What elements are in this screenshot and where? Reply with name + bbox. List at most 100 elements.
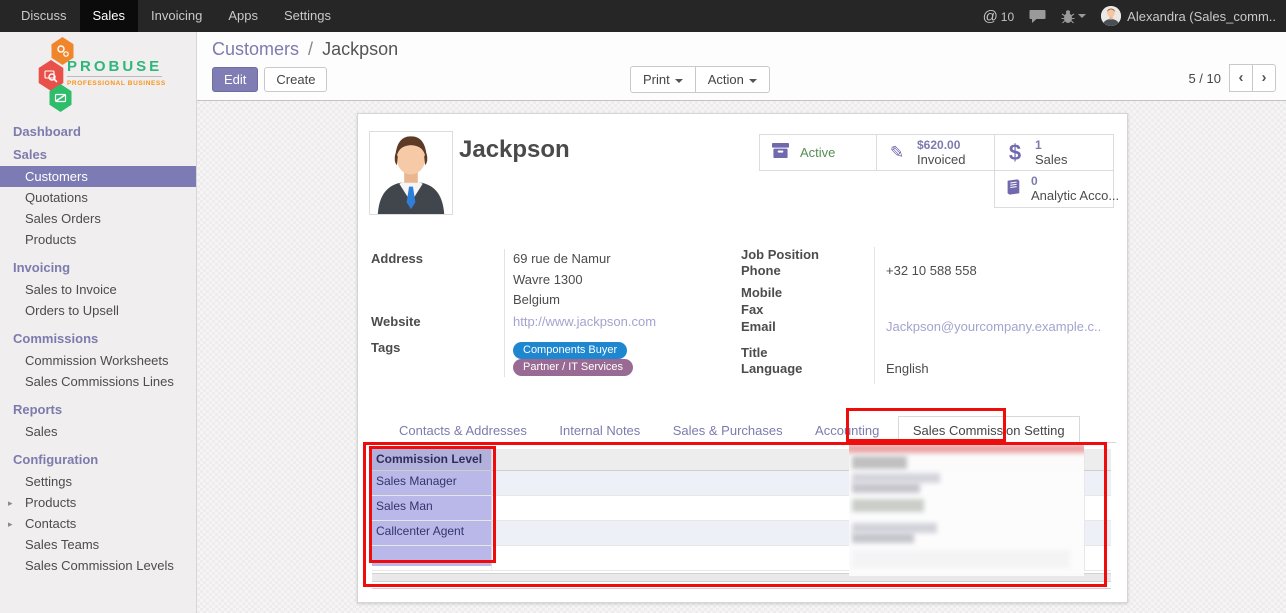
breadcrumb-separator: / bbox=[308, 39, 313, 59]
at-icon: @ bbox=[983, 8, 998, 25]
redaction-blob bbox=[852, 550, 1070, 568]
website-label: Website bbox=[371, 314, 504, 329]
redacted-column-area bbox=[849, 444, 1084, 576]
tags-label: Tags bbox=[371, 340, 504, 359]
redaction-blob bbox=[852, 473, 940, 483]
pager-previous-button[interactable]: ‹ bbox=[1229, 64, 1253, 92]
right-field-group: Job Position Phone +32 10 588 558 Mobile… bbox=[741, 247, 1115, 387]
book-icon bbox=[1004, 178, 1022, 201]
action-button[interactable]: Action bbox=[695, 66, 770, 93]
create-button[interactable]: Create bbox=[264, 67, 327, 92]
menu-apps[interactable]: Apps bbox=[215, 0, 271, 32]
left-field-group: Address 69 rue de Namur Wavre 1300 Belgi… bbox=[371, 249, 716, 379]
stat-button-invoiced[interactable]: ✎ $620.00 Invoiced bbox=[876, 134, 995, 171]
table-bottom-border bbox=[372, 588, 1111, 589]
sidebar-item-sales-orders[interactable]: Sales Orders bbox=[0, 208, 196, 229]
user-name: Alexandra (Sales_comm.. bbox=[1127, 9, 1276, 24]
phone-value: +32 10 588 558 bbox=[874, 263, 977, 278]
tab-sales-commission-setting[interactable]: Sales Commission Setting bbox=[898, 416, 1080, 446]
empty-cell-highlight bbox=[372, 546, 492, 566]
form-buttons: Edit Create bbox=[212, 67, 327, 92]
pager: 5 / 10 ‹ › bbox=[1188, 64, 1276, 92]
caret-down-icon bbox=[749, 79, 757, 83]
job-position-label: Job Position bbox=[741, 247, 874, 262]
email-label: Email bbox=[741, 319, 874, 334]
sidebar-item-config-contacts[interactable]: ▸Contacts bbox=[0, 513, 196, 534]
stat-active-label: Active bbox=[800, 145, 835, 160]
tag-partner-it-services: Partner / IT Services bbox=[513, 359, 633, 376]
commission-level-cell: Sales Man bbox=[372, 496, 492, 520]
breadcrumb: Customers / Jackpson bbox=[212, 39, 398, 60]
sidebar-header-sales[interactable]: Sales bbox=[0, 143, 196, 166]
sidebar-header-dashboard[interactable]: Dashboard bbox=[0, 120, 196, 143]
menu-invoicing[interactable]: Invoicing bbox=[138, 0, 215, 32]
dollar-icon: $ bbox=[1004, 140, 1026, 166]
redaction-blob bbox=[852, 499, 924, 512]
commission-level-cell: Callcenter Agent bbox=[372, 521, 492, 545]
menu-sales[interactable]: Sales bbox=[80, 0, 139, 32]
menu-settings[interactable]: Settings bbox=[271, 0, 344, 32]
mobile-label: Mobile bbox=[741, 285, 874, 300]
stat-button-analytic-accounts[interactable]: 0 Analytic Acco... bbox=[994, 170, 1114, 208]
messages-icon[interactable] bbox=[1029, 9, 1046, 24]
stat-invoiced-label: Invoiced bbox=[917, 152, 965, 167]
stat-button-active[interactable]: Active bbox=[759, 134, 877, 171]
notebook-tabs: Contacts & Addresses Internal Notes Sale… bbox=[371, 416, 1116, 443]
redaction-blob bbox=[852, 483, 920, 493]
email-link[interactable]: Jackpson@yourcompany.example.c.. bbox=[874, 319, 1101, 334]
sidebar-item-sales-to-invoice[interactable]: Sales to Invoice bbox=[0, 279, 196, 300]
breadcrumb-customers-link[interactable]: Customers bbox=[212, 39, 299, 59]
sidebar-item-products[interactable]: Products bbox=[0, 229, 196, 250]
action-buttons: Print Action bbox=[630, 66, 770, 93]
sidebar-header-invoicing[interactable]: Invoicing bbox=[0, 256, 196, 279]
redaction-pink-band bbox=[849, 444, 1084, 453]
phone-label: Phone bbox=[741, 263, 874, 278]
user-menu[interactable]: Alexandra (Sales_comm.. bbox=[1101, 6, 1276, 26]
language-label: Language bbox=[741, 361, 874, 376]
sidebar-header-reports[interactable]: Reports bbox=[0, 398, 196, 421]
customer-name-title: Jackpson bbox=[459, 136, 570, 164]
mentions-counter[interactable]: @ 10 bbox=[983, 8, 1015, 25]
edit-button[interactable]: Edit bbox=[212, 67, 258, 92]
sidebar-nav: Dashboard Sales Customers Quotations Sal… bbox=[0, 120, 196, 576]
sidebar-item-customers[interactable]: Customers bbox=[0, 166, 196, 187]
sidebar-item-reports-sales[interactable]: Sales bbox=[0, 421, 196, 442]
sidebar-item-commission-worksheets[interactable]: Commission Worksheets bbox=[0, 350, 196, 371]
tab-accounting[interactable]: Accounting bbox=[801, 417, 893, 445]
sidebar-item-sales-commission-levels[interactable]: Sales Commission Levels bbox=[0, 555, 196, 576]
logo-title: PROBUSE bbox=[67, 58, 162, 75]
sidebar-header-configuration[interactable]: Configuration bbox=[0, 448, 196, 471]
print-button[interactable]: Print bbox=[630, 66, 696, 93]
sidebar-header-commissions[interactable]: Commissions bbox=[0, 327, 196, 350]
website-link[interactable]: http://www.jackpson.com bbox=[504, 314, 656, 329]
user-avatar bbox=[1101, 6, 1121, 26]
customer-form-sheet: Jackpson Active ✎ $620.00 Invoiced $ bbox=[357, 113, 1128, 603]
sidebar-item-sales-commissions-lines[interactable]: Sales Commissions Lines bbox=[0, 371, 196, 392]
sidebar-item-orders-to-upsell[interactable]: Orders to Upsell bbox=[0, 300, 196, 321]
stat-sales-value: 1 bbox=[1035, 139, 1068, 152]
customer-photo bbox=[369, 131, 453, 215]
debug-menu[interactable] bbox=[1061, 9, 1086, 24]
breadcrumb-current: Jackpson bbox=[322, 39, 398, 59]
sidebar-item-sales-teams[interactable]: Sales Teams bbox=[0, 534, 196, 555]
tab-contacts-addresses[interactable]: Contacts & Addresses bbox=[385, 417, 541, 445]
commission-level-column-header[interactable]: Commission Level bbox=[372, 449, 492, 470]
caret-right-icon: ▸ bbox=[8, 496, 13, 511]
pencil-icon: ✎ bbox=[886, 143, 908, 163]
language-value: English bbox=[874, 361, 929, 376]
sidebar: PROBUSE PROFESSIONAL BUSINESS Dashboard … bbox=[0, 32, 197, 613]
archive-icon bbox=[769, 142, 791, 164]
logo-underline bbox=[67, 76, 162, 77]
caret-down-icon bbox=[675, 79, 683, 83]
tab-sales-purchases[interactable]: Sales & Purchases bbox=[659, 417, 797, 445]
stat-button-sales[interactable]: $ 1 Sales bbox=[994, 134, 1114, 171]
commission-level-cell: Sales Manager bbox=[372, 471, 492, 495]
menu-discuss[interactable]: Discuss bbox=[8, 0, 80, 32]
sidebar-item-config-products[interactable]: ▸Products bbox=[0, 492, 196, 513]
title-label: Title bbox=[741, 345, 874, 360]
mentions-count: 10 bbox=[1001, 10, 1014, 24]
sidebar-item-settings[interactable]: Settings bbox=[0, 471, 196, 492]
tab-internal-notes[interactable]: Internal Notes bbox=[545, 417, 654, 445]
sidebar-item-quotations[interactable]: Quotations bbox=[0, 187, 196, 208]
pager-next-button[interactable]: › bbox=[1252, 64, 1276, 92]
